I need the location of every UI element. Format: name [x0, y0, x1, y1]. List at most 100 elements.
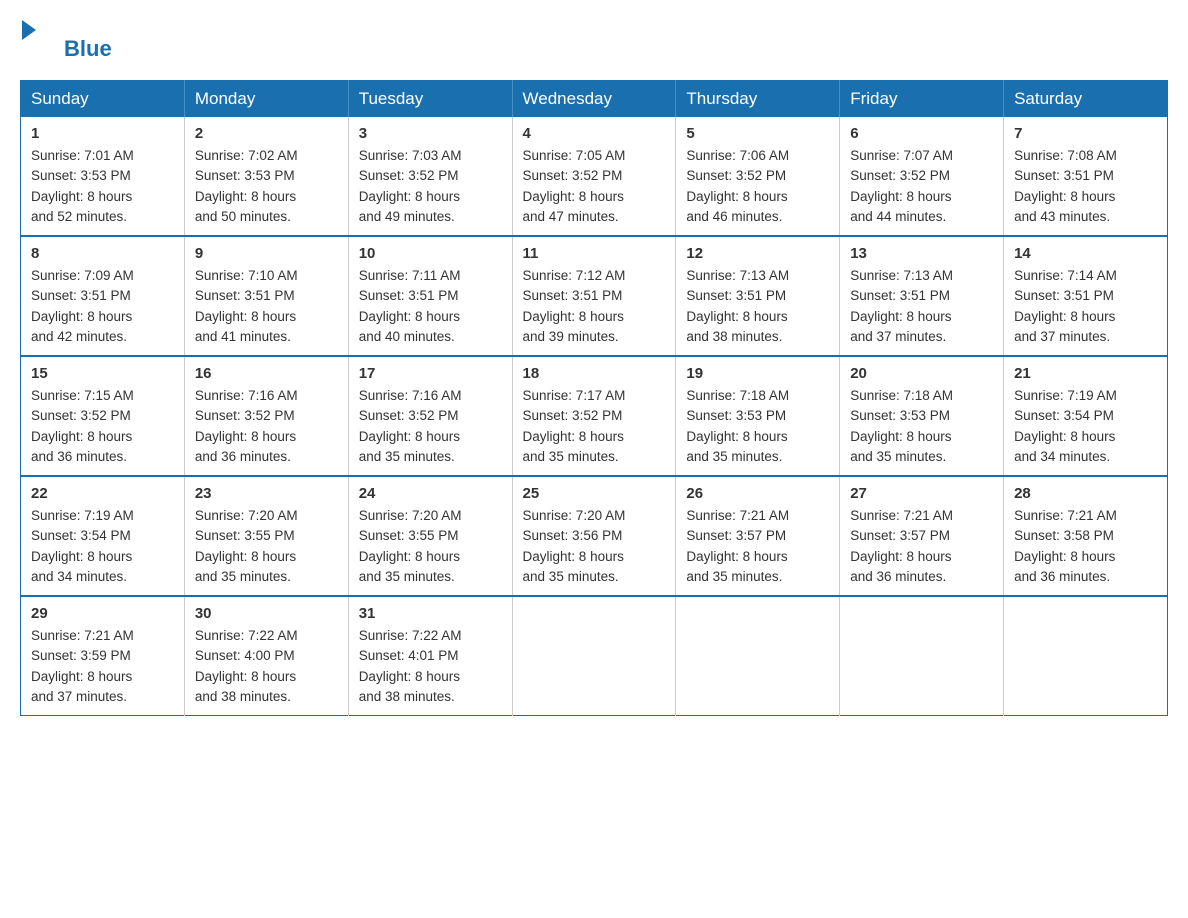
- day-info: Sunrise: 7:09 AMSunset: 3:51 PMDaylight:…: [31, 266, 174, 347]
- day-number: 20: [850, 365, 993, 382]
- day-number: 2: [195, 125, 338, 142]
- calendar-cell: 2 Sunrise: 7:02 AMSunset: 3:53 PMDayligh…: [184, 117, 348, 236]
- calendar-cell: 9 Sunrise: 7:10 AMSunset: 3:51 PMDayligh…: [184, 236, 348, 356]
- day-number: 23: [195, 485, 338, 502]
- calendar-cell: 3 Sunrise: 7:03 AMSunset: 3:52 PMDayligh…: [348, 117, 512, 236]
- day-info: Sunrise: 7:17 AMSunset: 3:52 PMDaylight:…: [523, 386, 666, 467]
- calendar-cell: 10 Sunrise: 7:11 AMSunset: 3:51 PMDaylig…: [348, 236, 512, 356]
- day-number: 6: [850, 125, 993, 142]
- calendar-header-row: Sunday Monday Tuesday Wednesday Thursday…: [21, 81, 1168, 118]
- calendar-cell: 16 Sunrise: 7:16 AMSunset: 3:52 PMDaylig…: [184, 356, 348, 476]
- day-number: 15: [31, 365, 174, 382]
- header-friday: Friday: [840, 81, 1004, 118]
- calendar-cell: 13 Sunrise: 7:13 AMSunset: 3:51 PMDaylig…: [840, 236, 1004, 356]
- header-sunday: Sunday: [21, 81, 185, 118]
- calendar-week-row: 15 Sunrise: 7:15 AMSunset: 3:52 PMDaylig…: [21, 356, 1168, 476]
- day-number: 5: [686, 125, 829, 142]
- day-info: Sunrise: 7:12 AMSunset: 3:51 PMDaylight:…: [523, 266, 666, 347]
- day-info: Sunrise: 7:02 AMSunset: 3:53 PMDaylight:…: [195, 146, 338, 227]
- calendar-cell: 19 Sunrise: 7:18 AMSunset: 3:53 PMDaylig…: [676, 356, 840, 476]
- calendar-cell: [676, 596, 840, 716]
- calendar-cell: 27 Sunrise: 7:21 AMSunset: 3:57 PMDaylig…: [840, 476, 1004, 596]
- logo-underline: Blue: [64, 36, 112, 62]
- day-info: Sunrise: 7:20 AMSunset: 3:56 PMDaylight:…: [523, 506, 666, 587]
- calendar-cell: 26 Sunrise: 7:21 AMSunset: 3:57 PMDaylig…: [676, 476, 840, 596]
- day-number: 9: [195, 245, 338, 262]
- day-number: 16: [195, 365, 338, 382]
- day-number: 18: [523, 365, 666, 382]
- calendar-cell: [840, 596, 1004, 716]
- day-number: 14: [1014, 245, 1157, 262]
- day-number: 29: [31, 605, 174, 622]
- calendar-table: Sunday Monday Tuesday Wednesday Thursday…: [20, 80, 1168, 716]
- logo: Blue: [20, 20, 112, 62]
- day-info: Sunrise: 7:16 AMSunset: 3:52 PMDaylight:…: [195, 386, 338, 467]
- calendar-cell: 17 Sunrise: 7:16 AMSunset: 3:52 PMDaylig…: [348, 356, 512, 476]
- day-info: Sunrise: 7:18 AMSunset: 3:53 PMDaylight:…: [850, 386, 993, 467]
- day-info: Sunrise: 7:06 AMSunset: 3:52 PMDaylight:…: [686, 146, 829, 227]
- calendar-cell: 11 Sunrise: 7:12 AMSunset: 3:51 PMDaylig…: [512, 236, 676, 356]
- day-number: 17: [359, 365, 502, 382]
- calendar-cell: 29 Sunrise: 7:21 AMSunset: 3:59 PMDaylig…: [21, 596, 185, 716]
- header-monday: Monday: [184, 81, 348, 118]
- calendar-cell: 1 Sunrise: 7:01 AMSunset: 3:53 PMDayligh…: [21, 117, 185, 236]
- day-info: Sunrise: 7:18 AMSunset: 3:53 PMDaylight:…: [686, 386, 829, 467]
- calendar-cell: 31 Sunrise: 7:22 AMSunset: 4:01 PMDaylig…: [348, 596, 512, 716]
- day-number: 4: [523, 125, 666, 142]
- day-number: 27: [850, 485, 993, 502]
- header-wednesday: Wednesday: [512, 81, 676, 118]
- day-number: 30: [195, 605, 338, 622]
- header-tuesday: Tuesday: [348, 81, 512, 118]
- day-info: Sunrise: 7:11 AMSunset: 3:51 PMDaylight:…: [359, 266, 502, 347]
- day-info: Sunrise: 7:19 AMSunset: 3:54 PMDaylight:…: [31, 506, 174, 587]
- calendar-cell: 4 Sunrise: 7:05 AMSunset: 3:52 PMDayligh…: [512, 117, 676, 236]
- day-number: 25: [523, 485, 666, 502]
- calendar-cell: 24 Sunrise: 7:20 AMSunset: 3:55 PMDaylig…: [348, 476, 512, 596]
- calendar-cell: [1004, 596, 1168, 716]
- day-info: Sunrise: 7:21 AMSunset: 3:57 PMDaylight:…: [686, 506, 829, 587]
- calendar-cell: 21 Sunrise: 7:19 AMSunset: 3:54 PMDaylig…: [1004, 356, 1168, 476]
- calendar-cell: 15 Sunrise: 7:15 AMSunset: 3:52 PMDaylig…: [21, 356, 185, 476]
- day-info: Sunrise: 7:22 AMSunset: 4:00 PMDaylight:…: [195, 626, 338, 707]
- calendar-cell: 7 Sunrise: 7:08 AMSunset: 3:51 PMDayligh…: [1004, 117, 1168, 236]
- calendar-cell: 18 Sunrise: 7:17 AMSunset: 3:52 PMDaylig…: [512, 356, 676, 476]
- calendar-week-row: 29 Sunrise: 7:21 AMSunset: 3:59 PMDaylig…: [21, 596, 1168, 716]
- calendar-cell: 5 Sunrise: 7:06 AMSunset: 3:52 PMDayligh…: [676, 117, 840, 236]
- day-number: 1: [31, 125, 174, 142]
- calendar-cell: 14 Sunrise: 7:14 AMSunset: 3:51 PMDaylig…: [1004, 236, 1168, 356]
- calendar-cell: 23 Sunrise: 7:20 AMSunset: 3:55 PMDaylig…: [184, 476, 348, 596]
- calendar-cell: 20 Sunrise: 7:18 AMSunset: 3:53 PMDaylig…: [840, 356, 1004, 476]
- day-number: 21: [1014, 365, 1157, 382]
- calendar-cell: 28 Sunrise: 7:21 AMSunset: 3:58 PMDaylig…: [1004, 476, 1168, 596]
- day-info: Sunrise: 7:13 AMSunset: 3:51 PMDaylight:…: [850, 266, 993, 347]
- day-info: Sunrise: 7:16 AMSunset: 3:52 PMDaylight:…: [359, 386, 502, 467]
- calendar-cell: 6 Sunrise: 7:07 AMSunset: 3:52 PMDayligh…: [840, 117, 1004, 236]
- day-number: 8: [31, 245, 174, 262]
- day-info: Sunrise: 7:19 AMSunset: 3:54 PMDaylight:…: [1014, 386, 1157, 467]
- calendar-cell: 25 Sunrise: 7:20 AMSunset: 3:56 PMDaylig…: [512, 476, 676, 596]
- day-info: Sunrise: 7:20 AMSunset: 3:55 PMDaylight:…: [195, 506, 338, 587]
- day-number: 13: [850, 245, 993, 262]
- day-info: Sunrise: 7:07 AMSunset: 3:52 PMDaylight:…: [850, 146, 993, 227]
- day-number: 28: [1014, 485, 1157, 502]
- day-info: Sunrise: 7:14 AMSunset: 3:51 PMDaylight:…: [1014, 266, 1157, 347]
- calendar-week-row: 8 Sunrise: 7:09 AMSunset: 3:51 PMDayligh…: [21, 236, 1168, 356]
- calendar-cell: 12 Sunrise: 7:13 AMSunset: 3:51 PMDaylig…: [676, 236, 840, 356]
- calendar-cell: 30 Sunrise: 7:22 AMSunset: 4:00 PMDaylig…: [184, 596, 348, 716]
- logo-arrow-icon: [22, 20, 36, 40]
- day-number: 7: [1014, 125, 1157, 142]
- day-info: Sunrise: 7:03 AMSunset: 3:52 PMDaylight:…: [359, 146, 502, 227]
- calendar-cell: 22 Sunrise: 7:19 AMSunset: 3:54 PMDaylig…: [21, 476, 185, 596]
- day-info: Sunrise: 7:08 AMSunset: 3:51 PMDaylight:…: [1014, 146, 1157, 227]
- day-info: Sunrise: 7:21 AMSunset: 3:57 PMDaylight:…: [850, 506, 993, 587]
- header-thursday: Thursday: [676, 81, 840, 118]
- day-info: Sunrise: 7:21 AMSunset: 3:59 PMDaylight:…: [31, 626, 174, 707]
- day-number: 10: [359, 245, 502, 262]
- day-info: Sunrise: 7:10 AMSunset: 3:51 PMDaylight:…: [195, 266, 338, 347]
- day-number: 24: [359, 485, 502, 502]
- day-number: 31: [359, 605, 502, 622]
- day-number: 12: [686, 245, 829, 262]
- day-number: 26: [686, 485, 829, 502]
- day-info: Sunrise: 7:05 AMSunset: 3:52 PMDaylight:…: [523, 146, 666, 227]
- day-info: Sunrise: 7:20 AMSunset: 3:55 PMDaylight:…: [359, 506, 502, 587]
